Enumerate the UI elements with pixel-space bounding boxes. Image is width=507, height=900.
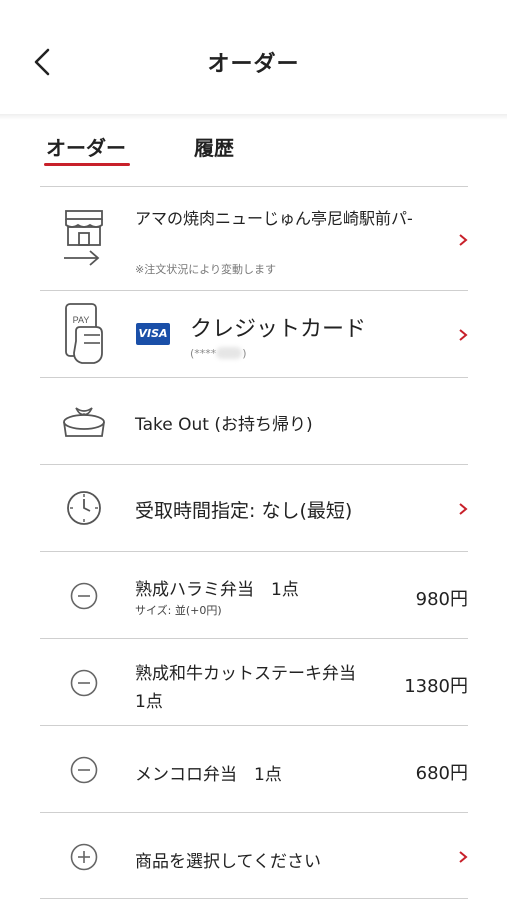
store-row[interactable]: アマの焼肉ニューじゅん亭尼崎駅前パ- ※注文状況により変動します [40,186,468,290]
item-name: 熟成ハラミ弁当 1点 [135,580,299,600]
card-mask-suffix: ) [242,347,247,360]
item-price: 980円 [415,589,468,610]
visa-badge: VISA [136,323,170,345]
remove-circle-icon[interactable] [70,756,98,784]
item-name: メンコロ弁当 1点 [135,765,282,785]
tab-history[interactable]: 履歴 [194,132,234,161]
remove-circle-icon[interactable] [70,669,98,697]
remove-circle-icon[interactable] [70,582,98,610]
card-masked-number: (****) [190,345,247,360]
item-size: サイズ: 並(+0円) [135,604,222,617]
store-arrow-icon [64,210,103,266]
payment-method-label: クレジットカード [190,317,367,342]
add-circle-icon [70,843,98,871]
cart-item: メンコロ弁当 1点 680円 [40,725,468,812]
add-item-row[interactable]: 商品を選択してください [40,812,468,899]
chevron-right-icon [459,234,468,246]
tab-order[interactable]: オーダー [46,132,126,161]
payment-row[interactable]: PAY VISA クレジットカード (****) [40,290,468,377]
pickup-time-label: 受取時間指定: なし(最短) [135,500,353,522]
item-price: 680円 [415,763,468,784]
cart-item: 熟成和牛カットステーキ弁当 1点 1380円 [40,638,468,725]
store-name: アマの焼肉ニューじゅん亭尼崎駅前パ- [135,209,413,228]
card-digits-blurred [216,347,243,359]
clock-icon [67,491,101,525]
chevron-right-icon [459,329,468,341]
store-note: ※注文状況により変動します [135,263,276,276]
add-item-label: 商品を選択してください [135,852,321,872]
page-title: オーダー [207,52,300,77]
tab-bar: オーダー 履歴 [0,120,507,186]
item-name-line2: 1点 [135,692,163,712]
cart-item: 熟成ハラミ弁当 1点 サイズ: 並(+0円) 980円 [40,551,468,638]
chevron-right-icon [459,503,468,515]
order-type-row: Take Out (お持ち帰り) [40,377,468,464]
card-mask-prefix: (**** [190,347,217,360]
svg-text:PAY: PAY [73,315,90,325]
pickup-time-row[interactable]: 受取時間指定: なし(最短) [40,464,468,551]
active-tab-indicator [44,163,130,166]
chevron-right-icon [459,851,468,863]
app-header: オーダー [0,0,507,118]
takeout-bag-icon [63,407,105,437]
item-price: 1380円 [404,676,468,697]
order-type-label: Take Out (お持ち帰り) [135,415,313,435]
phone-pay-icon: PAY [65,303,103,364]
item-name-line1: 熟成和牛カットステーキ弁当 [135,664,356,684]
